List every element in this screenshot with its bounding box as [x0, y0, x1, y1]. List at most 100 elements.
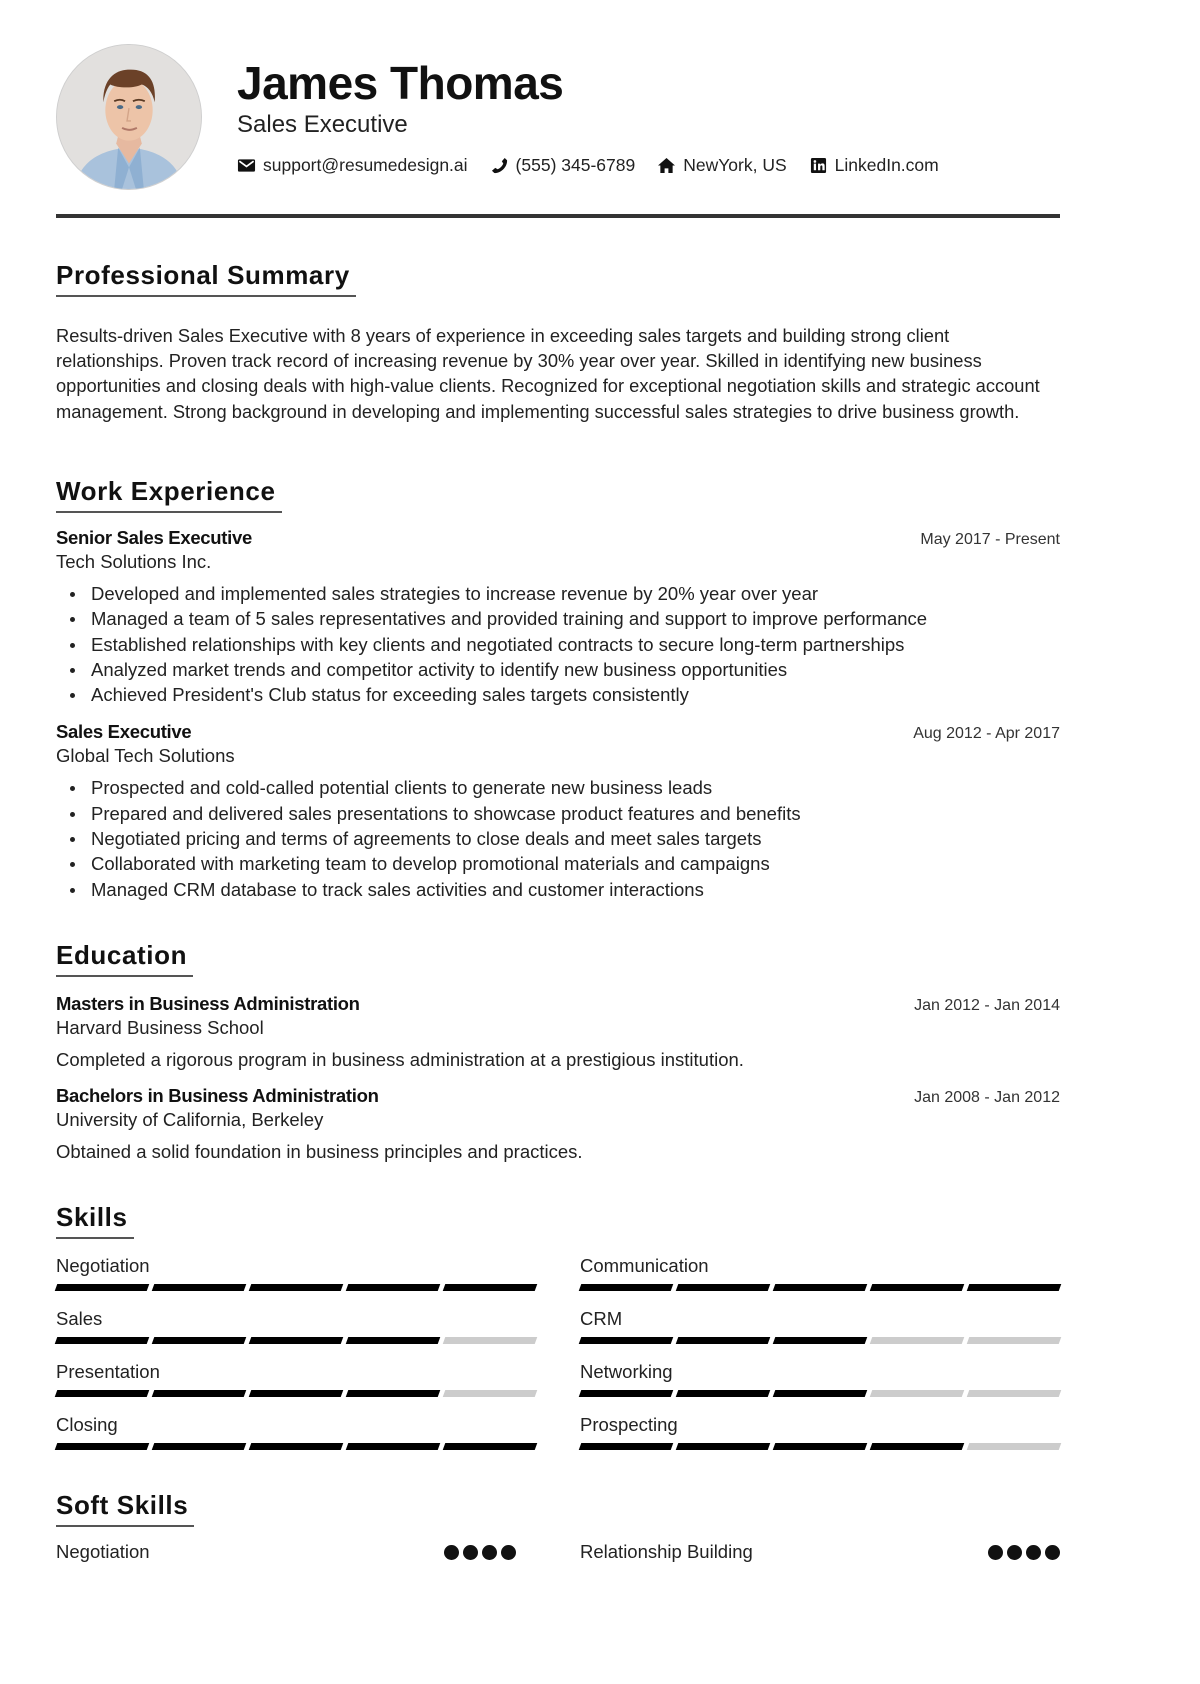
- skill-segment-filled: [248, 1337, 344, 1344]
- soft-skill-item: Relationship Building: [580, 1541, 1060, 1563]
- skill-name: Closing: [56, 1414, 118, 1435]
- skill-item: Negotiation: [54, 1251, 538, 1304]
- job-title: Sales Executive: [56, 721, 192, 743]
- contact-phone-text: (555) 345-6789: [515, 155, 636, 175]
- skill-segment-filled: [345, 1390, 441, 1397]
- degree-title: Bachelors in Business Administration: [56, 1085, 379, 1106]
- summary-text: Results-driven Sales Executive with 8 ye…: [56, 325, 1040, 422]
- job-bullet: Collaborated with marketing team to deve…: [56, 851, 1060, 876]
- skill-segment-filled: [869, 1284, 965, 1291]
- skill-segment-empty: [869, 1337, 965, 1344]
- skill-segment-filled: [442, 1443, 538, 1450]
- skills-grid: Negotiation Communication Sales CRM Presenta…: [54, 1251, 1062, 1463]
- soft-skill-item: Negotiation: [56, 1541, 516, 1563]
- resume-header: James Thomas Sales Executive support@res…: [56, 0, 1060, 220]
- skill-segment-filled: [248, 1443, 344, 1450]
- skill-segment-filled: [151, 1337, 247, 1344]
- job-dates: May 2017 - Present: [920, 531, 1060, 548]
- candidate-title: Sales Executive: [237, 111, 408, 138]
- skill-segment-filled: [772, 1284, 868, 1291]
- skill-item: Communication: [578, 1251, 1062, 1304]
- skill-name: Negotiation: [56, 1255, 150, 1276]
- skill-segment-filled: [345, 1443, 441, 1450]
- soft-skills-grid: Negotiation Relationship Building: [56, 1541, 1060, 1563]
- rating-dot-icon: [1007, 1544, 1022, 1560]
- education-description: Completed a rigorous program in business…: [56, 1049, 744, 1070]
- skill-segment-empty: [442, 1337, 538, 1344]
- job-title: Senior Sales Executive: [56, 527, 252, 548]
- job-company: Global Tech Solutions: [56, 745, 235, 767]
- section-work-experience: Work Experience Senior Sales Executive M…: [56, 476, 1060, 902]
- skill-segment-filled: [675, 1443, 771, 1450]
- soft-skill-rating: [444, 1544, 516, 1560]
- section-skills: Skills Negotiation Communication Sales CRM P…: [54, 1202, 1062, 1463]
- degree-title: Masters in Business Administration: [56, 993, 360, 1014]
- skill-item: Sales: [54, 1304, 538, 1357]
- school-name: University of California, Berkeley: [56, 1109, 324, 1130]
- section-heading: Professional Summary: [56, 260, 356, 297]
- linkedin-icon: [809, 157, 828, 174]
- skill-segment-filled: [675, 1337, 771, 1344]
- job-bullets: Prospected and cold-called potential cli…: [56, 775, 1060, 901]
- section-heading: Skills: [56, 1202, 134, 1239]
- phone-icon: [490, 157, 509, 174]
- contact-linkedin[interactable]: LinkedIn.com: [809, 155, 939, 176]
- skill-segment-filled: [772, 1443, 868, 1450]
- education-entry: Masters in Business Administration Jan 2…: [56, 993, 1060, 1071]
- skill-level-bar: [54, 1443, 538, 1450]
- job-bullet: Achieved President's Club status for exc…: [56, 682, 1060, 707]
- job-company: Tech Solutions Inc.: [56, 551, 212, 572]
- section-education: Education Masters in Business Administra…: [56, 940, 1060, 1163]
- skill-level-bar: [578, 1284, 1062, 1291]
- rating-dot-icon: [988, 1544, 1003, 1560]
- skill-item: Prospecting: [578, 1410, 1062, 1463]
- contact-email-text: support@resumedesign.ai: [263, 155, 468, 175]
- skill-level-bar: [578, 1390, 1062, 1397]
- education-description: Obtained a solid foundation in business …: [56, 1141, 583, 1162]
- section-heading: Education: [56, 940, 194, 977]
- job-bullet: Prospected and cold-called potential cli…: [56, 775, 1060, 800]
- skill-segment-filled: [578, 1443, 674, 1450]
- contact-email[interactable]: support@resumedesign.ai: [237, 155, 468, 176]
- rating-dot-icon: [501, 1544, 516, 1560]
- section-heading: Work Experience: [56, 476, 282, 513]
- skill-level-bar: [54, 1390, 538, 1397]
- skill-segment-filled: [54, 1390, 150, 1397]
- skill-segment-filled: [54, 1284, 150, 1291]
- skill-segment-filled: [772, 1390, 868, 1397]
- skill-segment-filled: [966, 1284, 1062, 1291]
- resume-page: James Thomas Sales Executive support@res…: [54, 0, 1062, 1562]
- skill-level-bar: [54, 1337, 538, 1344]
- skill-segment-empty: [966, 1337, 1062, 1344]
- skill-item: CRM: [578, 1304, 1062, 1357]
- contact-phone[interactable]: (555) 345-6789: [490, 155, 636, 176]
- skill-segment-filled: [54, 1443, 150, 1450]
- skill-segment-empty: [966, 1443, 1062, 1450]
- soft-skill-rating: [988, 1544, 1060, 1560]
- job-bullets: Developed and implemented sales strategi…: [56, 581, 1060, 707]
- job-bullet: Prepared and delivered sales presentatio…: [56, 801, 1060, 826]
- skill-segment-filled: [772, 1337, 868, 1344]
- education-entry: Bachelors in Business Administration Jan…: [56, 1085, 1060, 1163]
- job-bullet: Managed CRM database to track sales acti…: [56, 877, 1060, 902]
- rating-dot-icon: [1026, 1544, 1041, 1560]
- skill-level-bar: [578, 1443, 1062, 1450]
- skill-name: CRM: [580, 1308, 623, 1329]
- skill-segment-filled: [442, 1284, 538, 1291]
- soft-skill-name: Relationship Building: [580, 1541, 753, 1562]
- job-dates: Aug 2012 - Apr 2017: [913, 725, 1060, 743]
- school-name: Harvard Business School: [56, 1017, 264, 1038]
- skill-name: Communication: [580, 1255, 709, 1276]
- home-icon: [657, 157, 676, 174]
- skill-segment-filled: [578, 1337, 674, 1344]
- education-dates: Jan 2012 - Jan 2014: [914, 997, 1060, 1014]
- skill-item: Presentation: [54, 1357, 538, 1410]
- education-dates: Jan 2008 - Jan 2012: [914, 1089, 1060, 1106]
- skill-segment-filled: [151, 1284, 247, 1291]
- skill-segment-filled: [578, 1390, 674, 1397]
- section-professional-summary: Professional Summary Results-driven Sale…: [56, 260, 1060, 424]
- rating-dot-icon: [1045, 1544, 1060, 1560]
- skill-segment-empty: [442, 1390, 538, 1397]
- skill-segment-filled: [869, 1443, 965, 1450]
- soft-skill-name: Negotiation: [56, 1541, 150, 1562]
